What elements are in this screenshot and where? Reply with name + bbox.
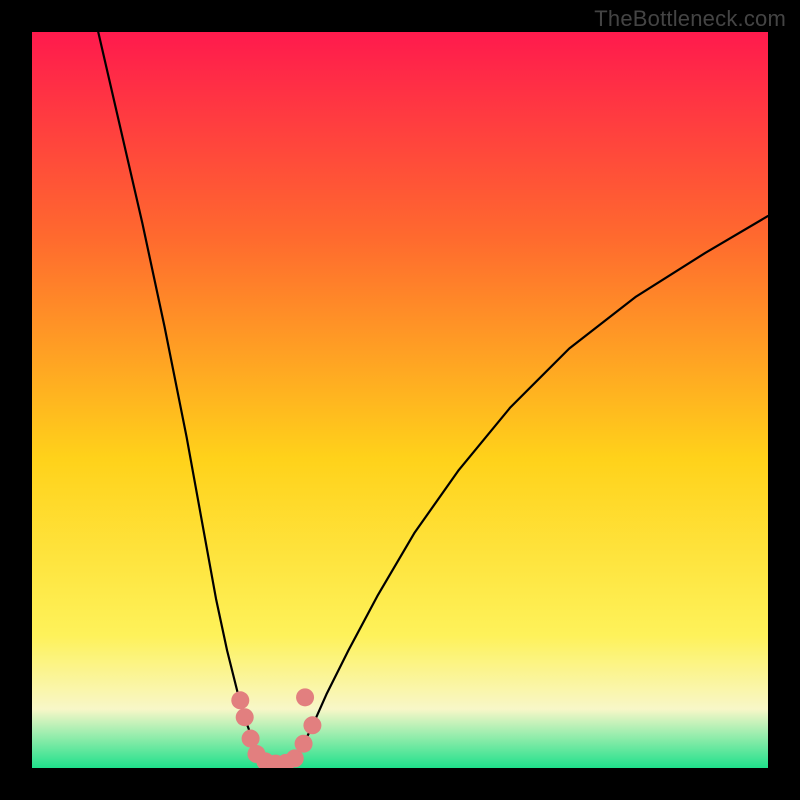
marker-dot — [303, 716, 321, 734]
marker-dot — [242, 730, 260, 748]
marker-dot — [296, 688, 314, 706]
chart-frame: TheBottleneck.com — [0, 0, 800, 800]
marker-dot — [236, 708, 254, 726]
plot-svg — [32, 32, 768, 768]
watermark-text: TheBottleneck.com — [594, 6, 786, 32]
marker-dot — [295, 735, 313, 753]
gradient-background — [32, 32, 768, 768]
marker-dot — [231, 691, 249, 709]
plot-area — [32, 32, 768, 768]
